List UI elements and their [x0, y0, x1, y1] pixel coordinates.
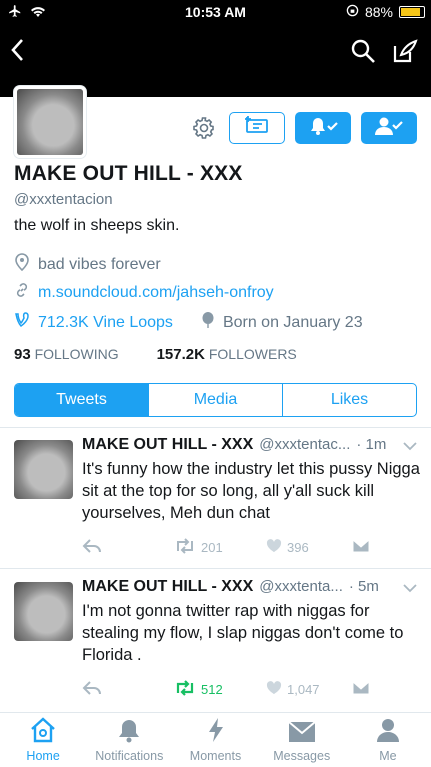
link-icon [14, 282, 30, 303]
profile-tabs: Tweets Media Likes [14, 383, 417, 417]
bottom-tab-bar: Home Notifications Moments Messages Me [0, 712, 431, 767]
reply-icon [82, 680, 102, 699]
retweet-icon [174, 680, 196, 699]
following-number: 93 [14, 346, 31, 363]
following-label: FOLLOWING [34, 346, 119, 362]
tweet-header: MAKE OUT HILL - XXX @xxxtentac... · 1m [82, 436, 386, 454]
website-link[interactable]: m.soundcloud.com/jahseh-onfroy [38, 284, 274, 302]
tweet-text: It's funny how the industry let this pus… [82, 460, 420, 522]
profile-actions [189, 112, 417, 144]
retweet-count: 201 [201, 540, 223, 555]
tab-tweets[interactable]: Tweets [15, 384, 148, 416]
bell-check-icon [308, 116, 338, 141]
tweet-author-handle: @xxxtenta... [259, 578, 343, 595]
profile-website[interactable]: m.soundcloud.com/jahseh-onfroy [14, 282, 274, 303]
vine-loops-link[interactable]: 712.3K Vine Loops [38, 314, 173, 332]
search-icon[interactable] [350, 38, 376, 69]
tweet-avatar[interactable] [14, 582, 73, 641]
reply-button[interactable] [82, 538, 174, 557]
tweet-author-handle: @xxxtentac... [259, 436, 351, 453]
compose-icon[interactable] [392, 38, 418, 69]
chevron-down-icon[interactable] [403, 438, 417, 456]
tab-messages[interactable]: Messages [259, 713, 345, 767]
profile-location: bad vibes forever [14, 253, 161, 276]
retweet-button[interactable]: 201 [174, 538, 266, 557]
heart-icon [266, 681, 282, 698]
battery-percent: 88% [364, 4, 393, 20]
reply-button[interactable] [82, 680, 174, 699]
direct-message-button[interactable] [352, 681, 370, 698]
direct-message-button[interactable] [352, 539, 370, 556]
tab-notifications[interactable]: Notifications [86, 713, 172, 767]
back-chevron-icon[interactable] [10, 38, 24, 67]
tab-media[interactable]: Media [148, 384, 282, 416]
balloon-icon [201, 311, 215, 334]
home-icon [29, 717, 57, 746]
tweet-time: · 1m [356, 436, 387, 453]
followers-number: 157.2K [156, 346, 205, 363]
battery-icon [399, 6, 425, 18]
tweet-text: I'm not gonna twitter rap with niggas fo… [82, 602, 404, 664]
chevron-down-icon[interactable] [403, 580, 417, 598]
retweet-icon [174, 538, 196, 557]
vine-icon [14, 312, 30, 333]
add-to-list-button[interactable] [229, 112, 285, 144]
gear-icon[interactable] [189, 113, 219, 143]
envelope-icon [288, 721, 316, 746]
tweet-actions: 201 396 [82, 538, 370, 557]
profile-handle: @xxxtentacion [14, 191, 113, 208]
profile-extra-row: 712.3K Vine Loops Born on January 23 [14, 311, 363, 334]
profile-bio: the wolf in sheeps skin. [14, 217, 180, 234]
retweet-button[interactable]: 512 [174, 680, 266, 699]
tweet-avatar[interactable] [14, 440, 73, 499]
envelope-icon [352, 539, 370, 556]
profile-avatar[interactable] [14, 86, 86, 158]
tab-moments[interactable]: Moments [172, 713, 258, 767]
lock-rotation-icon [346, 4, 359, 20]
person-icon [375, 717, 401, 746]
tweet-header: MAKE OUT HILL - XXX @xxxtenta... · 5m [82, 578, 379, 596]
tab-home-label: Home [26, 749, 60, 763]
location-pin-icon [14, 253, 30, 276]
tweet-item[interactable]: MAKE OUT HILL - XXX @xxxtenta... · 5m I'… [0, 574, 431, 708]
reply-icon [82, 538, 102, 557]
envelope-icon [352, 681, 370, 698]
tab-moments-label: Moments [189, 749, 242, 763]
location-text: bad vibes forever [38, 255, 161, 273]
like-button[interactable]: 1,047 [266, 681, 352, 698]
follow-counts: 93 FOLLOWING 157.2K FOLLOWERS [14, 346, 297, 363]
followers-label: FOLLOWERS [208, 346, 297, 362]
tweet-actions: 512 1,047 [82, 680, 370, 699]
tab-notifications-label: Notifications [95, 749, 164, 763]
tweet-author-name: MAKE OUT HILL - XXX [82, 578, 254, 595]
like-count: 1,047 [287, 682, 320, 697]
heart-icon [266, 539, 282, 556]
tab-messages-label: Messages [273, 749, 331, 763]
like-button[interactable]: 396 [266, 539, 352, 556]
profile-name: MAKE OUT HILL - XXX [14, 162, 243, 185]
like-count: 396 [287, 540, 309, 555]
following-count[interactable]: 93 FOLLOWING [14, 346, 119, 363]
tweet-time: · 5m [348, 578, 379, 595]
tab-likes[interactable]: Likes [282, 384, 416, 416]
list-add-icon [244, 115, 270, 141]
following-button[interactable] [361, 112, 417, 144]
tweet-divider [0, 568, 431, 569]
notifications-on-button[interactable] [295, 112, 351, 144]
followers-count[interactable]: 157.2K FOLLOWERS [157, 346, 297, 363]
tab-me-label: Me [379, 749, 397, 763]
birthday-text: Born on January 23 [222, 313, 363, 331]
section-divider [0, 427, 431, 428]
tweet-item[interactable]: MAKE OUT HILL - XXX @xxxtentac... · 1m I… [0, 432, 431, 566]
person-check-icon [374, 116, 404, 141]
tab-home[interactable]: Home [0, 713, 86, 767]
tweet-author-name: MAKE OUT HILL - XXX [82, 436, 254, 453]
bell-icon [116, 717, 142, 746]
status-bar: 10:53 AM 88% [0, 0, 431, 26]
lightning-icon [206, 717, 226, 746]
tab-me[interactable]: Me [345, 713, 431, 767]
retweet-count: 512 [201, 682, 223, 697]
